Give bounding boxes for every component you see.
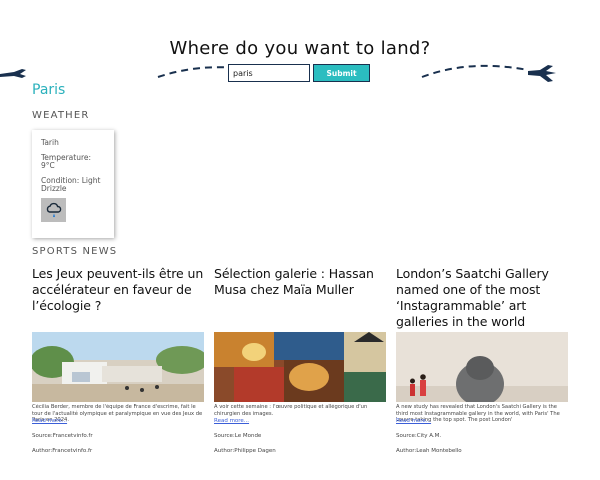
news-author: Author:Francetvinfo.fr <box>32 448 93 454</box>
dashed-flight-path-right <box>421 64 529 78</box>
news-image-painting <box>214 332 386 402</box>
hero-title: Where do you want to land? <box>169 38 431 59</box>
news-author: Author:Philippe Dagen <box>214 448 276 454</box>
news-author: Author:Leah Montebello <box>396 448 462 454</box>
news-source: Source:Le Monde <box>214 433 262 439</box>
news-title: London’s Saatchi Gallery named one of th… <box>396 266 549 329</box>
weather-temperature: Temperature: 9°C <box>41 153 92 170</box>
news-source: Source:City A.M. <box>396 433 442 439</box>
weather-section-label: WEATHER <box>32 110 90 121</box>
city-name: Paris <box>32 82 66 98</box>
news-image-stadium <box>32 332 204 402</box>
read-more-link[interactable]: Read more... <box>214 418 386 424</box>
weather-condition: Condition: Light Drizzle <box>41 176 101 193</box>
news-card: London’s Saatchi Gallery named one of th… <box>396 266 568 454</box>
hero-section: Where do you want to land? Submit <box>0 0 600 90</box>
news-source: Source:Francetvinfo.fr <box>32 433 93 439</box>
sports-news-section-label: SPORTS NEWS <box>32 246 118 257</box>
weather-card: Tarih Temperature: 9°C Condition: Light … <box>32 130 114 238</box>
news-image-gallery <box>396 332 568 402</box>
news-title: Les Jeux peuvent-ils être un accélérateu… <box>32 266 204 313</box>
airplane-icon-right <box>528 65 556 82</box>
airplane-icon-left <box>0 69 26 78</box>
news-card: Sélection galerie : Hassan Musa chez Maï… <box>214 266 386 454</box>
submit-button[interactable]: Submit <box>313 64 370 82</box>
news-title: Sélection galerie : Hassan Musa chez Maï… <box>214 266 374 297</box>
destination-search-input[interactable] <box>228 64 310 82</box>
news-card: Les Jeux peuvent-ils être un accélérateu… <box>32 266 204 454</box>
rain-cloud-icon <box>41 198 66 222</box>
weather-date: Tarih <box>41 138 59 147</box>
read-more-link[interactable]: Read more... <box>32 418 204 424</box>
